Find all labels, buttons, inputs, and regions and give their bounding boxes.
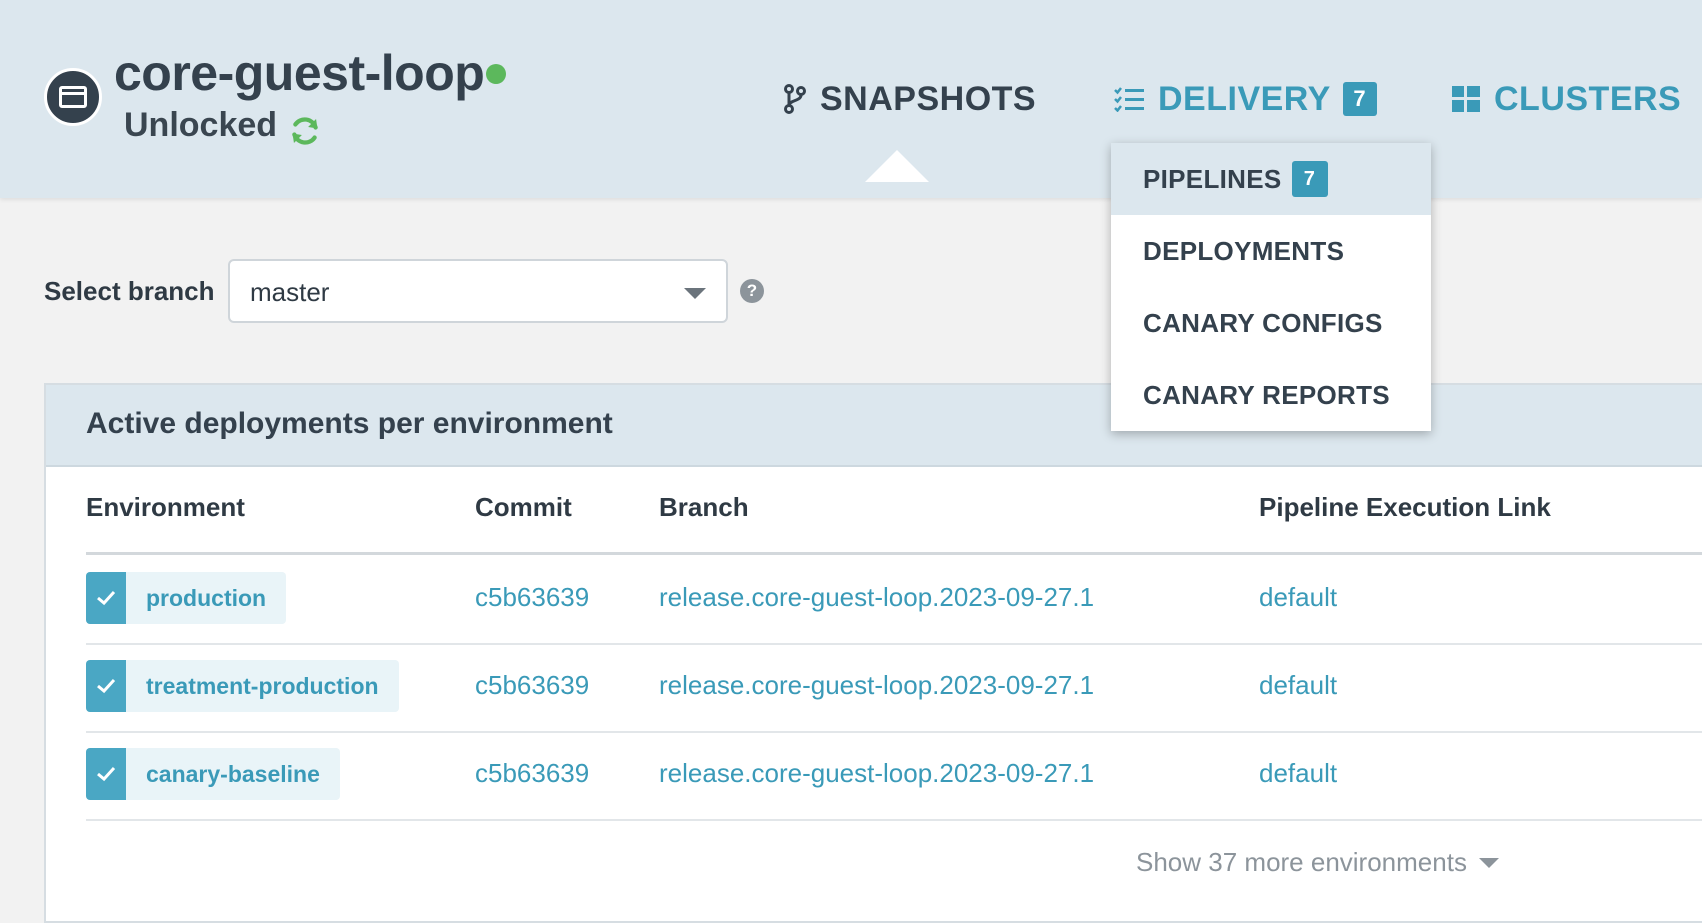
delivery-count-badge: 7 — [1342, 82, 1377, 116]
pipeline-execution-link[interactable]: default — [1259, 582, 1337, 613]
branch-select[interactable]: master — [228, 259, 728, 323]
menu-item-label: CANARY CONFIGS — [1143, 307, 1383, 338]
branch-link[interactable]: release.core-guest-loop.2023-09-27.1 — [659, 758, 1094, 789]
branch-icon — [784, 84, 806, 114]
menu-item-deployments[interactable]: DEPLOYMENTS — [1111, 215, 1431, 287]
check-icon — [86, 572, 126, 624]
menu-item-canary-configs[interactable]: CANARY CONFIGS — [1111, 287, 1431, 359]
row-divider — [86, 819, 1702, 821]
pipeline-execution-link[interactable]: default — [1259, 758, 1337, 789]
environment-tag[interactable]: treatment-production — [86, 660, 399, 712]
column-header-branch: Branch — [659, 492, 749, 522]
nav-snapshots[interactable]: SNAPSHOTS — [784, 74, 1036, 124]
commit-link[interactable]: c5b63639 — [475, 582, 589, 613]
row-divider — [86, 731, 1702, 733]
check-icon — [86, 660, 126, 712]
branch-label: Select branch — [44, 276, 215, 306]
app-header: core-guest-loop Unlocked SNAPSHOTS DELIV… — [0, 0, 1702, 198]
panel-title: Active deployments per environment — [86, 407, 613, 440]
nav-delivery[interactable]: DELIVERY 7 — [1114, 74, 1377, 124]
column-header-commit: Commit — [475, 492, 572, 522]
grid-icon — [1452, 86, 1480, 112]
app-avatar — [44, 68, 102, 126]
column-header-environment: Environment — [86, 492, 245, 522]
pipeline-execution-link[interactable]: default — [1259, 670, 1337, 701]
branch-link[interactable]: release.core-guest-loop.2023-09-27.1 — [659, 670, 1094, 701]
menu-item-label: PIPELINES — [1143, 163, 1282, 194]
nav-clusters-label: CLUSTERS — [1494, 79, 1682, 118]
table-header-divider — [86, 552, 1702, 555]
menu-item-label: CANARY REPORTS — [1143, 379, 1390, 410]
refresh-icon[interactable] — [288, 114, 322, 148]
row-divider — [86, 643, 1702, 645]
branch-select-value: master — [250, 277, 330, 307]
panel-header: Active deployments per environment — [46, 385, 1702, 467]
window-icon — [59, 86, 87, 108]
environment-name: production — [146, 585, 267, 611]
environment-tag[interactable]: production — [86, 572, 287, 624]
menu-item-label: DEPLOYMENTS — [1143, 235, 1345, 266]
help-icon[interactable]: ? — [740, 279, 764, 303]
environment-name: canary-baseline — [146, 761, 320, 787]
lock-status: Unlocked — [124, 106, 278, 144]
menu-item-pipelines[interactable]: PIPELINES 7 — [1111, 143, 1431, 215]
branch-link[interactable]: release.core-guest-loop.2023-09-27.1 — [659, 582, 1094, 613]
status-dot — [486, 64, 506, 84]
checklist-icon — [1114, 87, 1144, 112]
check-icon — [86, 748, 126, 800]
commit-link[interactable]: c5b63639 — [475, 670, 589, 701]
active-deployments-panel: Active deployments per environment Envir… — [44, 383, 1702, 923]
column-header-pipeline-link: Pipeline Execution Link — [1259, 492, 1551, 522]
chevron-down-icon — [684, 288, 706, 299]
chevron-down-icon — [1478, 857, 1499, 868]
app-name: core-guest-loop — [114, 45, 485, 101]
commit-link[interactable]: c5b63639 — [475, 758, 589, 789]
show-more-label: Show 37 more environments — [1136, 847, 1467, 877]
environment-name: treatment-production — [146, 673, 379, 699]
environment-tag[interactable]: canary-baseline — [86, 748, 340, 800]
delivery-dropdown-menu: PIPELINES 7 DEPLOYMENTS CANARY CONFIGS C… — [1111, 143, 1431, 431]
nav-snapshots-label: SNAPSHOTS — [820, 79, 1037, 118]
nav-active-pointer — [865, 150, 929, 182]
nav-delivery-label: DELIVERY — [1158, 79, 1331, 118]
menu-item-canary-reports[interactable]: CANARY REPORTS — [1111, 359, 1431, 431]
pipelines-count-badge: 7 — [1291, 161, 1328, 197]
nav-clusters[interactable]: CLUSTERS — [1452, 74, 1681, 124]
show-more-environments[interactable]: Show 37 more environments — [1136, 847, 1499, 878]
